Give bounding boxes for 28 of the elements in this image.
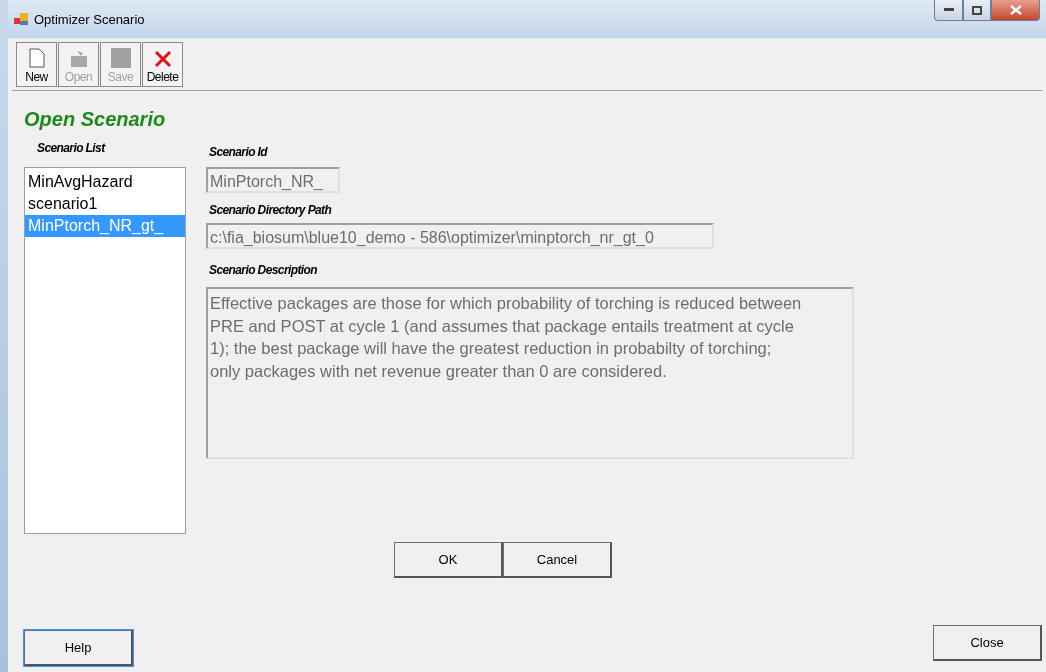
field-label: Scenario List bbox=[37, 141, 107, 155]
toolbar-button[interactable]: New bbox=[16, 42, 57, 87]
field-label: Scenario Description bbox=[209, 263, 319, 277]
folder-icon bbox=[68, 48, 89, 68]
close-icon bbox=[1009, 5, 1022, 15]
field-label: Scenario Directory Path bbox=[209, 203, 333, 217]
ok-button[interactable]: OK bbox=[394, 542, 503, 578]
delete-icon bbox=[153, 50, 172, 68]
cancel-button[interactable]: Cancel bbox=[503, 542, 612, 578]
page-icon bbox=[28, 48, 45, 68]
maximize-button[interactable] bbox=[963, 0, 991, 21]
minimize-button[interactable] bbox=[934, 0, 963, 21]
field-label: Scenario Id bbox=[209, 145, 269, 159]
list-item[interactable]: scenario1 bbox=[25, 193, 185, 215]
close-button[interactable]: Close bbox=[933, 625, 1042, 661]
toolbar-button[interactable]: Delete bbox=[142, 42, 183, 87]
description-field[interactable]: Effective packages are those for which probability of torching is reduced between PRE and POST at cycle 1 (and assumes that package entails treatment at cycle 1); the best package will have the greatest reduction in probabilty of torching; only packages with net revenue greater than 0 are considered. bbox=[206, 287, 854, 459]
close-button[interactable] bbox=[991, 0, 1040, 21]
app-icon bbox=[14, 13, 28, 25]
help-button[interactable]: Help bbox=[24, 630, 133, 666]
window-title: Optimizer Scenario bbox=[34, 11, 146, 27]
scenario-list[interactable]: MinAvgHazard scenario1 MinPtorch_NR_gt_ bbox=[24, 167, 186, 534]
list-item[interactable]: MinAvgHazard bbox=[25, 171, 185, 193]
maximize-icon bbox=[972, 5, 982, 15]
id-field[interactable]: MinPtorch_NR_ bbox=[206, 167, 340, 193]
path-field[interactable]: c:\fia_biosum\blue10_demo - 586\optimizer\minptorch_nr_gt_0 bbox=[206, 223, 714, 249]
minimize-icon bbox=[943, 8, 954, 12]
section-heading: Open Scenario bbox=[24, 108, 167, 131]
